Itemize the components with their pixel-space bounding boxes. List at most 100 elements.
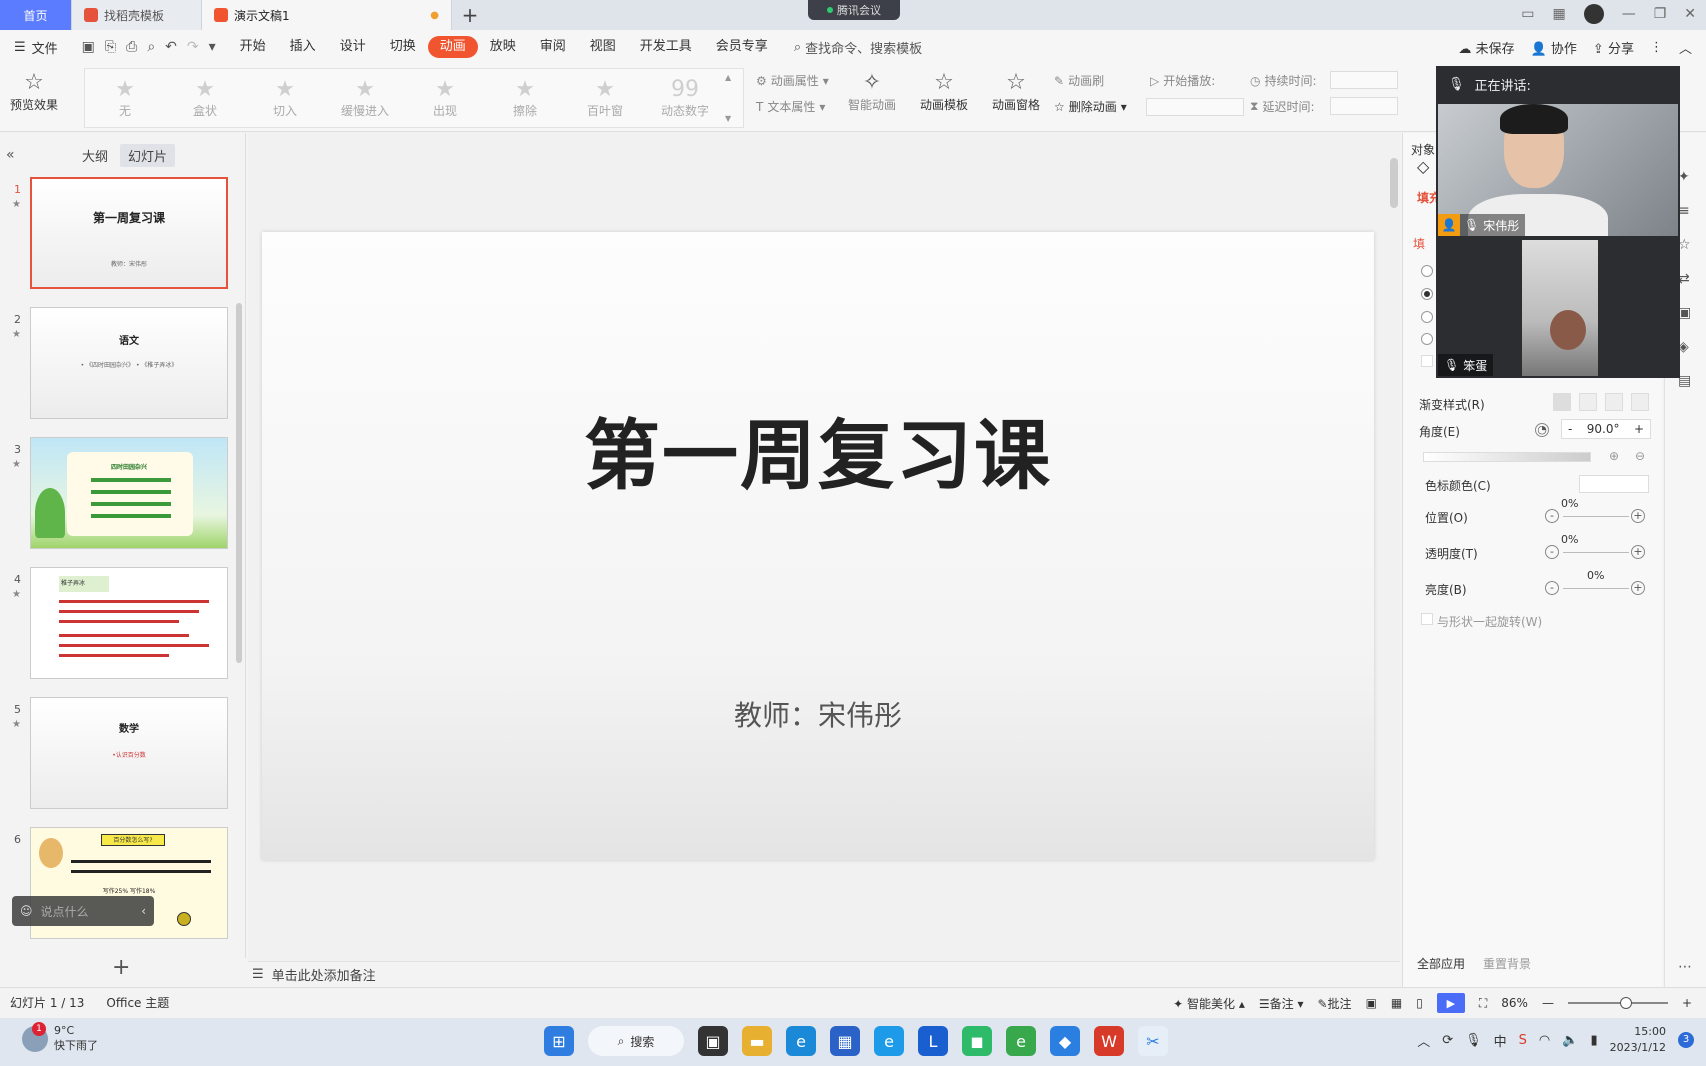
slide-thumb-1[interactable]: 1 ★ 第一周复习课 教师：宋伟彤 (0, 177, 240, 293)
collapse-panel-icon[interactable]: « (6, 147, 15, 163)
meeting-indicator[interactable]: 腾讯会议 (808, 0, 900, 20)
wifi-icon[interactable]: ◠ (1539, 1033, 1550, 1048)
menu-item-developer[interactable]: 开发工具 (628, 36, 704, 58)
lenovo-icon[interactable]: L (918, 1026, 948, 1056)
scroll-thumb[interactable] (1390, 158, 1398, 208)
fill-option-radio[interactable] (1421, 333, 1433, 345)
menu-item-review[interactable]: 审阅 (528, 36, 578, 58)
tray-expand-icon[interactable]: ︿ (1417, 1031, 1430, 1050)
comments-toggle[interactable]: ✎批注 (1317, 995, 1351, 1012)
menu-item-design[interactable]: 设计 (328, 36, 378, 58)
edge-browser-icon[interactable]: e (786, 1026, 816, 1056)
more-dots-icon[interactable]: ⋯ (1678, 959, 1692, 975)
command-search[interactable]: ⌕ 查找命令、搜索模板 (794, 38, 922, 57)
tab-outline[interactable]: 大纲 (74, 144, 116, 167)
gallery-item-cut-in[interactable]: ★ 切入 (245, 69, 325, 127)
volume-icon[interactable]: 🔈 (1562, 1033, 1578, 1048)
gradient-style-linear[interactable] (1553, 393, 1571, 411)
more-icon[interactable]: ⋮ (1650, 40, 1663, 55)
task-view-icon[interactable]: ▣ (698, 1026, 728, 1056)
print-preview-icon[interactable]: ⌕ (147, 39, 155, 55)
file-explorer-icon[interactable]: ▬ (742, 1026, 772, 1056)
beautify-button[interactable]: ✦ 智能美化 ▴ (1173, 995, 1245, 1012)
taskbar-search[interactable]: ⌕ 搜索 (588, 1026, 684, 1056)
zoom-level[interactable]: 86% (1501, 996, 1528, 1010)
slideshow-play-button[interactable]: ▶ (1436, 993, 1465, 1013)
fill-tool-icon[interactable]: ◇ (1417, 157, 1429, 176)
duration-input[interactable] (1330, 71, 1398, 89)
panel-scrollbar[interactable] (236, 303, 242, 663)
new-tab-button[interactable]: + (452, 0, 488, 30)
stop-color-picker[interactable] (1579, 475, 1649, 493)
video-feed-1[interactable]: 👤 🎙 宋伟彤 (1438, 104, 1678, 236)
smart-anim-button[interactable]: ✧ 智能动画 (848, 70, 896, 113)
apps-grid-icon[interactable]: ▦ (1552, 6, 1565, 22)
notes-bar[interactable]: ☰ 单击此处添加备注 (248, 961, 1400, 987)
tab-slides[interactable]: 幻灯片 (120, 143, 176, 167)
menu-item-animation[interactable]: 动画 (427, 36, 478, 58)
canvas-scrollbar[interactable] (1390, 150, 1400, 940)
menu-item-view[interactable]: 视图 (578, 36, 628, 58)
restore-icon[interactable]: ❐ (1654, 6, 1667, 22)
fill-option-radio-selected[interactable] (1421, 288, 1433, 300)
snipping-tool-icon[interactable]: ✂ (1138, 1026, 1168, 1056)
collapse-ribbon-icon[interactable]: ︿ (1679, 38, 1692, 57)
chevron-left-icon[interactable]: ‹ (141, 904, 146, 918)
rotate-with-shape-checkbox[interactable] (1421, 613, 1433, 625)
file-menu[interactable]: ☰ 文件 (0, 38, 70, 57)
undo-icon[interactable]: ↶ (165, 39, 177, 55)
emoji-icon[interactable]: ☺ (20, 904, 33, 918)
current-slide[interactable]: 第一周复习课 教师：宋伟彤 (262, 232, 1374, 860)
add-slide-button[interactable]: + (112, 955, 130, 980)
gradient-style-radial[interactable] (1579, 393, 1597, 411)
minimize-icon[interactable]: — (1622, 6, 1636, 22)
transparency-plus-icon[interactable]: + (1631, 545, 1645, 559)
microphone-icon[interactable]: 🎙 (1465, 1033, 1482, 1048)
anim-template-button[interactable]: ☆ 动画模板 (920, 70, 968, 113)
menu-item-transition[interactable]: 切换 (378, 36, 428, 58)
ime-icon[interactable]: 中 (1494, 1031, 1507, 1050)
gallery-scroll[interactable]: ▲ ▼ (725, 69, 735, 127)
slide-subtitle[interactable]: 教师：宋伟彤 (262, 694, 1374, 734)
slide-thumb-5[interactable]: 5 ★ 数学 •认识百分数 (0, 697, 240, 813)
gallery-item-wipe[interactable]: ★ 擦除 (485, 69, 565, 127)
gallery-item-none[interactable]: ★ 无 (85, 69, 165, 127)
fill-section[interactable]: 填 (1413, 235, 1425, 252)
wps-icon[interactable]: W (1094, 1026, 1124, 1056)
slide-thumb-4[interactable]: 4 ★ 稚子弄冰 (0, 567, 240, 683)
normal-view-icon[interactable]: ▣ (1366, 996, 1377, 1010)
slide-thumb-3[interactable]: 3 ★ 四时田园杂兴 (0, 437, 240, 553)
store-icon[interactable]: ▦ (830, 1026, 860, 1056)
tab-presentation[interactable]: 演示文稿1 ● (202, 0, 452, 30)
customize-dropdown-icon[interactable]: ▾ (209, 39, 216, 55)
green-browser-icon[interactable]: e (1006, 1026, 1036, 1056)
close-icon[interactable]: ✕ (1684, 6, 1696, 22)
zoom-out-icon[interactable]: — (1542, 996, 1554, 1010)
gradient-style-rect[interactable] (1605, 393, 1623, 411)
sorter-view-icon[interactable]: ▦ (1391, 996, 1402, 1010)
apply-all-button[interactable]: 全部应用 (1417, 955, 1465, 972)
menu-item-member[interactable]: 会员专享 (704, 36, 780, 58)
gallery-item-slow-enter[interactable]: ★ 缓慢进入 (325, 69, 405, 127)
start-play-select[interactable] (1146, 98, 1244, 116)
zoom-slider[interactable] (1567, 997, 1668, 1009)
scroll-up-icon[interactable]: ▲ (725, 73, 735, 82)
position-plus-icon[interactable]: + (1631, 509, 1645, 523)
chat-input-float[interactable]: ☺ 说点什么 ‹ (12, 896, 154, 926)
reading-view-icon[interactable]: ▯ (1416, 996, 1423, 1010)
weather-widget[interactable]: 1 9°C 快下雨了 (22, 1021, 98, 1053)
fill-option-radio[interactable] (1421, 265, 1433, 277)
anim-props-dropdown[interactable]: ⚙ 动画属性 ▾ (756, 72, 829, 89)
gallery-item-blinds[interactable]: ★ 百叶窗 (565, 69, 645, 127)
gallery-item-dynamic-number[interactable]: 99 动态数字 (645, 69, 725, 127)
fill-checkbox[interactable] (1421, 355, 1433, 367)
angle-increment[interactable]: + (1634, 422, 1644, 436)
wps-tray-icon[interactable]: S (1519, 1033, 1527, 1048)
text-props-dropdown[interactable]: T 文本属性 ▾ (756, 98, 825, 115)
collab-button[interactable]: 👤 协作 (1531, 38, 1577, 57)
gallery-item-box[interactable]: ★ 盒状 (165, 69, 245, 127)
layout-icon[interactable]: ▭ (1521, 6, 1534, 22)
user-avatar[interactable] (1583, 4, 1604, 24)
print-icon[interactable]: ⎙ (126, 39, 137, 55)
gradient-bar[interactable] (1423, 452, 1591, 462)
